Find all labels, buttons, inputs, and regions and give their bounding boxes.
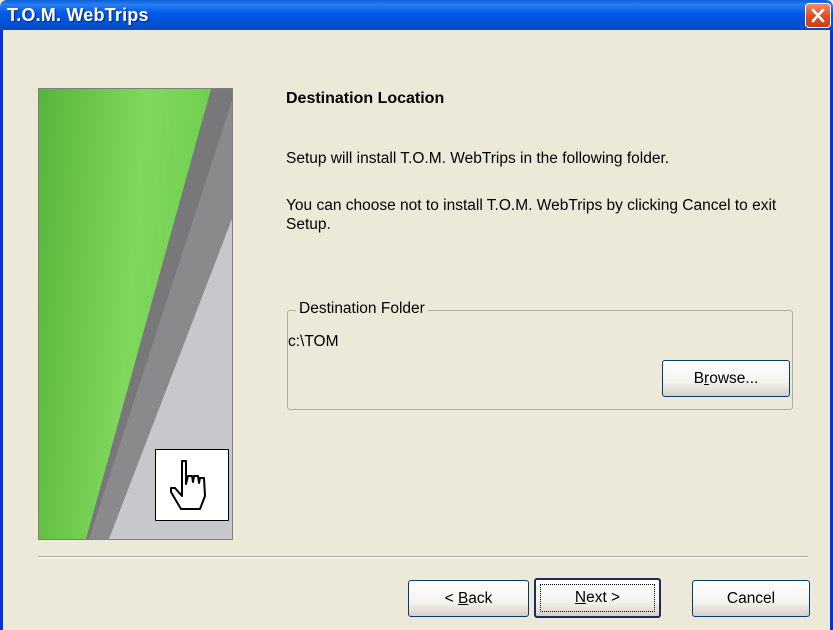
next-button[interactable]: Next >	[534, 578, 661, 618]
destination-folder-label: Destination Folder	[296, 300, 428, 318]
button-separator	[38, 556, 808, 558]
page-heading: Destination Location	[286, 90, 445, 107]
install-info-text: Setup will install T.O.M. WebTrips in th…	[286, 150, 670, 167]
back-button[interactable]: < Back	[408, 580, 529, 617]
hand-pointer-icon	[170, 460, 206, 510]
destination-folder-path: c:\TOM	[288, 333, 339, 350]
window-title: T.O.M. WebTrips	[7, 5, 149, 25]
close-button[interactable]	[805, 3, 831, 28]
focus-indicator	[540, 584, 655, 612]
browse-button[interactable]: Browse...	[662, 360, 790, 397]
close-icon	[811, 8, 825, 23]
window-border-left	[0, 30, 3, 630]
cancel-button[interactable]: Cancel	[692, 580, 810, 617]
cancel-info-text: You can choose not to install T.O.M. Web…	[286, 197, 777, 233]
hand-icon-box	[155, 449, 229, 521]
title-bar[interactable]: T.O.M. WebTrips	[0, 0, 833, 30]
